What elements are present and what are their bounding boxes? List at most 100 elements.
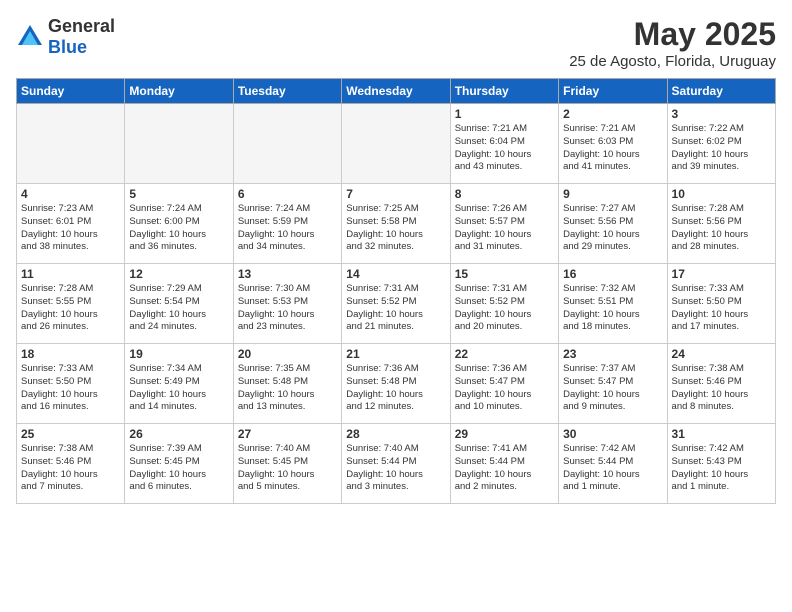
calendar-cell: 26 Sunrise: 7:39 AM Sunset: 5:45 PM Dayli…: [125, 424, 233, 504]
calendar-cell: 18 Sunrise: 7:33 AM Sunset: 5:50 PM Dayli…: [17, 344, 125, 424]
calendar-cell: 13 Sunrise: 7:30 AM Sunset: 5:53 PM Dayli…: [233, 264, 341, 344]
day-number: 8: [455, 187, 554, 201]
month-title: May 2025: [569, 16, 776, 53]
day-info: Sunrise: 7:38 AM Sunset: 5:46 PM Dayligh…: [21, 443, 120, 494]
day-info: Sunrise: 7:34 AM Sunset: 5:49 PM Dayligh…: [129, 363, 228, 414]
day-number: 25: [21, 427, 120, 441]
calendar-cell: 14Sunrise: 7:31 AM Sunset: 5:52 PM Dayli…: [342, 264, 450, 344]
day-number: 22: [455, 347, 554, 361]
day-info: Sunrise: 7:22 AM Sunset: 6:02 PM Dayligh…: [672, 123, 771, 174]
day-number: 10: [672, 187, 771, 201]
day-info: Sunrise: 7:42 AM Sunset: 5:43 PM Dayligh…: [672, 443, 771, 494]
day-number: 6: [238, 187, 337, 201]
day-number: 9: [563, 187, 662, 201]
day-info: Sunrise: 7:40 AM Sunset: 5:45 PM Dayligh…: [238, 443, 337, 494]
day-number: 28: [346, 427, 445, 441]
day-number: 24: [672, 347, 771, 361]
day-number: 17: [672, 267, 771, 281]
title-block: May 2025 25 de Agosto, Florida, Uruguay: [569, 16, 776, 70]
day-number: 23: [563, 347, 662, 361]
day-number: 3: [672, 107, 771, 121]
day-info: Sunrise: 7:28 AM Sunset: 5:55 PM Dayligh…: [21, 283, 120, 334]
day-number: 29: [455, 427, 554, 441]
logo-blue: Blue: [48, 37, 87, 57]
calendar-cell: 20 Sunrise: 7:35 AM Sunset: 5:48 PM Dayli…: [233, 344, 341, 424]
calendar-week-row: 1 Sunrise: 7:21 AM Sunset: 6:04 PM Daylig…: [17, 104, 776, 184]
calendar-week-row: 4Sunrise: 7:23 AM Sunset: 6:01 PM Daylig…: [17, 184, 776, 264]
calendar-cell: 8 Sunrise: 7:26 AM Sunset: 5:57 PM Daylig…: [450, 184, 558, 264]
day-info: Sunrise: 7:27 AM Sunset: 5:56 PM Dayligh…: [563, 203, 662, 254]
calendar-cell: 25 Sunrise: 7:38 AM Sunset: 5:46 PM Dayli…: [17, 424, 125, 504]
day-number: 20: [238, 347, 337, 361]
day-info: Sunrise: 7:42 AM Sunset: 5:44 PM Dayligh…: [563, 443, 662, 494]
calendar-cell: 12 Sunrise: 7:29 AM Sunset: 5:54 PM Dayli…: [125, 264, 233, 344]
calendar-cell: [233, 104, 341, 184]
day-info: Sunrise: 7:32 AM Sunset: 5:51 PM Dayligh…: [563, 283, 662, 334]
day-info: Sunrise: 7:39 AM Sunset: 5:45 PM Dayligh…: [129, 443, 228, 494]
day-number: 16: [563, 267, 662, 281]
calendar-week-row: 25 Sunrise: 7:38 AM Sunset: 5:46 PM Dayli…: [17, 424, 776, 504]
day-number: 18: [21, 347, 120, 361]
page-header: General Blue May 2025 25 de Agosto, Flor…: [16, 16, 776, 70]
calendar-cell: 6 Sunrise: 7:24 AM Sunset: 5:59 PM Daylig…: [233, 184, 341, 264]
day-number: 19: [129, 347, 228, 361]
day-number: 30: [563, 427, 662, 441]
calendar-cell: 10 Sunrise: 7:28 AM Sunset: 5:56 PM Dayli…: [667, 184, 775, 264]
day-info: Sunrise: 7:36 AM Sunset: 5:48 PM Dayligh…: [346, 363, 445, 414]
calendar-week-row: 18 Sunrise: 7:33 AM Sunset: 5:50 PM Dayli…: [17, 344, 776, 424]
day-info: Sunrise: 7:31 AM Sunset: 5:52 PM Dayligh…: [346, 283, 445, 334]
day-number: 11: [21, 267, 120, 281]
logo-general: General: [48, 16, 115, 36]
day-info: Sunrise: 7:24 AM Sunset: 6:00 PM Dayligh…: [129, 203, 228, 254]
calendar-cell: 31 Sunrise: 7:42 AM Sunset: 5:43 PM Dayli…: [667, 424, 775, 504]
calendar-cell: 7Sunrise: 7:25 AM Sunset: 5:58 PM Daylig…: [342, 184, 450, 264]
calendar-cell: 19 Sunrise: 7:34 AM Sunset: 5:49 PM Dayli…: [125, 344, 233, 424]
calendar-cell: 23Sunrise: 7:37 AM Sunset: 5:47 PM Dayli…: [559, 344, 667, 424]
calendar-cell: 17Sunrise: 7:33 AM Sunset: 5:50 PM Dayli…: [667, 264, 775, 344]
day-info: Sunrise: 7:21 AM Sunset: 6:04 PM Dayligh…: [455, 123, 554, 174]
calendar-cell: 15Sunrise: 7:31 AM Sunset: 5:52 PM Dayli…: [450, 264, 558, 344]
day-info: Sunrise: 7:28 AM Sunset: 5:56 PM Dayligh…: [672, 203, 771, 254]
day-info: Sunrise: 7:33 AM Sunset: 5:50 PM Dayligh…: [21, 363, 120, 414]
calendar-cell: 24 Sunrise: 7:38 AM Sunset: 5:46 PM Dayli…: [667, 344, 775, 424]
day-number: 13: [238, 267, 337, 281]
calendar-cell: 2Sunrise: 7:21 AM Sunset: 6:03 PM Daylig…: [559, 104, 667, 184]
day-number: 27: [238, 427, 337, 441]
day-number: 26: [129, 427, 228, 441]
day-info: Sunrise: 7:29 AM Sunset: 5:54 PM Dayligh…: [129, 283, 228, 334]
header-monday: Monday: [125, 79, 233, 104]
calendar-cell: 30 Sunrise: 7:42 AM Sunset: 5:44 PM Dayli…: [559, 424, 667, 504]
day-info: Sunrise: 7:31 AM Sunset: 5:52 PM Dayligh…: [455, 283, 554, 334]
header-sunday: Sunday: [17, 79, 125, 104]
logo: General Blue: [16, 16, 115, 58]
day-info: Sunrise: 7:23 AM Sunset: 6:01 PM Dayligh…: [21, 203, 120, 254]
day-number: 1: [455, 107, 554, 121]
calendar-cell: [342, 104, 450, 184]
day-info: Sunrise: 7:40 AM Sunset: 5:44 PM Dayligh…: [346, 443, 445, 494]
day-info: Sunrise: 7:30 AM Sunset: 5:53 PM Dayligh…: [238, 283, 337, 334]
day-info: Sunrise: 7:24 AM Sunset: 5:59 PM Dayligh…: [238, 203, 337, 254]
day-number: 21: [346, 347, 445, 361]
calendar-cell: 3 Sunrise: 7:22 AM Sunset: 6:02 PM Daylig…: [667, 104, 775, 184]
calendar-cell: 4Sunrise: 7:23 AM Sunset: 6:01 PM Daylig…: [17, 184, 125, 264]
calendar-cell: 16 Sunrise: 7:32 AM Sunset: 5:51 PM Dayli…: [559, 264, 667, 344]
calendar-cell: [125, 104, 233, 184]
calendar-cell: 28 Sunrise: 7:40 AM Sunset: 5:44 PM Dayli…: [342, 424, 450, 504]
day-info: Sunrise: 7:25 AM Sunset: 5:58 PM Dayligh…: [346, 203, 445, 254]
calendar-cell: 29 Sunrise: 7:41 AM Sunset: 5:44 PM Dayli…: [450, 424, 558, 504]
day-info: Sunrise: 7:35 AM Sunset: 5:48 PM Dayligh…: [238, 363, 337, 414]
day-info: Sunrise: 7:26 AM Sunset: 5:57 PM Dayligh…: [455, 203, 554, 254]
location-subtitle: 25 de Agosto, Florida, Uruguay: [569, 53, 776, 70]
calendar-cell: 21 Sunrise: 7:36 AM Sunset: 5:48 PM Dayli…: [342, 344, 450, 424]
day-info: Sunrise: 7:41 AM Sunset: 5:44 PM Dayligh…: [455, 443, 554, 494]
header-friday: Friday: [559, 79, 667, 104]
day-number: 12: [129, 267, 228, 281]
day-info: Sunrise: 7:21 AM Sunset: 6:03 PM Dayligh…: [563, 123, 662, 174]
calendar-cell: 27 Sunrise: 7:40 AM Sunset: 5:45 PM Dayli…: [233, 424, 341, 504]
calendar-cell: 22Sunrise: 7:36 AM Sunset: 5:47 PM Dayli…: [450, 344, 558, 424]
calendar-cell: 9 Sunrise: 7:27 AM Sunset: 5:56 PM Daylig…: [559, 184, 667, 264]
header-wednesday: Wednesday: [342, 79, 450, 104]
calendar-header-row: SundayMondayTuesdayWednesdayThursdayFrid…: [17, 79, 776, 104]
day-number: 31: [672, 427, 771, 441]
day-info: Sunrise: 7:38 AM Sunset: 5:46 PM Dayligh…: [672, 363, 771, 414]
